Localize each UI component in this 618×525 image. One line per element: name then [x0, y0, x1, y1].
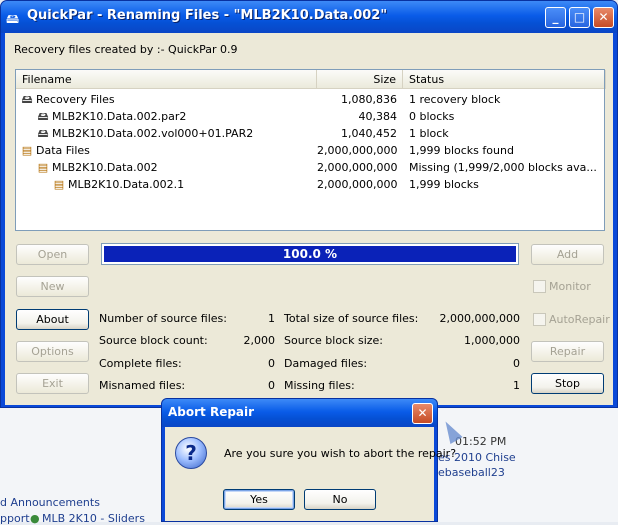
close-button[interactable]: ✕: [593, 7, 614, 28]
table-row[interactable]: ▤ Data Files 2,000,000,000 1,999 blocks fou…: [16, 142, 604, 159]
row-filename-text: MLB2K10.Data.002: [52, 161, 158, 174]
background-link-support[interactable]: pport: [0, 512, 30, 525]
autorepair-checkbox[interactable]: [533, 313, 546, 326]
row-filename: ▤ Data Files: [20, 142, 320, 159]
yes-button[interactable]: Yes: [223, 489, 295, 510]
table-row[interactable]: 🖴 MLB2K10.Data.002.par2 40,384 0 blocks: [16, 108, 604, 125]
background-link-sliders[interactable]: MLB 2K10 - Sliders: [42, 512, 145, 525]
row-size: 2,000,000,000: [317, 161, 397, 174]
row-filename: 🖴 MLB2K10.Data.002.par2: [36, 108, 320, 125]
question-icon: ?: [175, 437, 207, 469]
row-status: 1,999 blocks found: [409, 144, 514, 157]
progress-bar: 100.0 %: [101, 243, 519, 265]
repair-button[interactable]: Repair: [531, 341, 604, 362]
block-count-value: 2,000: [243, 334, 276, 347]
document-icon: ▤: [37, 161, 49, 174]
abort-repair-dialog: Abort Repair ✕ ? Are you sure you wish t…: [161, 398, 456, 522]
title-bar[interactable]: 🖴 QuickPar - Renaming Files - "MLB2K10.D…: [1, 1, 617, 33]
maximize-button[interactable]: □: [569, 7, 590, 28]
quickpar-app-icon: 🖴: [6, 12, 20, 27]
monitor-label: Monitor: [549, 280, 591, 293]
row-status: 1 recovery block: [409, 93, 501, 106]
document-icon: ▤: [53, 178, 65, 191]
no-button[interactable]: No: [304, 489, 376, 510]
source-files-value: 1: [268, 312, 275, 325]
window-title: QuickPar - Renaming Files - "MLB2K10.Dat…: [27, 8, 388, 23]
total-size-value: 2,000,000,000: [439, 312, 520, 325]
dialog-message: Are you sure you wish to abort the repai…: [224, 447, 457, 460]
list-header: Filename Size Status: [16, 70, 606, 89]
row-filename: 🖴 Recovery Files: [20, 91, 320, 108]
row-filename-text: Data Files: [36, 144, 90, 157]
dialog-body: ? Are you sure you wish to abort the rep…: [165, 427, 456, 521]
row-size: 2,000,000,000: [317, 144, 397, 157]
options-button[interactable]: Options: [16, 341, 89, 362]
row-size: 2,000,000,000: [317, 178, 397, 191]
open-button[interactable]: Open: [16, 244, 89, 265]
row-status: 1 block: [409, 127, 449, 140]
row-filename: 🖴 MLB2K10.Data.002.vol000+01.PAR2: [36, 125, 320, 142]
background-link-announcements[interactable]: d Announcements: [0, 496, 100, 509]
monitor-checkbox[interactable]: [533, 280, 546, 293]
column-filename[interactable]: Filename: [16, 70, 317, 89]
created-by-label: Recovery files created by :- QuickPar 0.…: [14, 43, 238, 56]
row-filename-text: MLB2K10.Data.002.1: [68, 178, 185, 191]
row-size: 1,080,836: [341, 93, 397, 106]
new-button[interactable]: New: [16, 276, 89, 297]
document-icon: ▤: [21, 144, 33, 157]
bullet-icon: ●: [30, 512, 40, 525]
column-size[interactable]: Size: [317, 70, 403, 89]
misnamed-files-value: 0: [268, 379, 275, 392]
misnamed-files-label: Misnamed files:: [99, 379, 186, 392]
row-filename-text: MLB2K10.Data.002.vol000+01.PAR2: [52, 127, 254, 140]
file-list[interactable]: Filename Size Status 🖴 Recovery Files 1,08…: [15, 69, 606, 231]
block-size-label: Source block size:: [284, 334, 383, 347]
table-row[interactable]: 🖴 MLB2K10.Data.002.vol000+01.PAR2 1,040,45…: [16, 125, 604, 142]
quickpar-window: 🖴 QuickPar - Renaming Files - "MLB2K10.D…: [0, 0, 618, 408]
table-row[interactable]: ▤ MLB2K10.Data.002.1 2,000,000,000 1,999 bl…: [16, 176, 604, 193]
dialog-title-bar[interactable]: Abort Repair ✕: [162, 399, 437, 427]
row-size: 40,384: [358, 110, 398, 123]
autorepair-label: AutoRepair: [549, 313, 610, 326]
row-status: Missing (1,999/2,000 blocks ava...: [409, 161, 597, 174]
row-filename-text: Recovery Files: [36, 93, 115, 106]
row-status: 0 blocks: [409, 110, 455, 123]
block-size-value: 1,000,000: [464, 334, 520, 347]
damaged-files-label: Damaged files:: [284, 357, 368, 370]
dialog-close-button[interactable]: ✕: [412, 403, 433, 424]
about-button[interactable]: About: [16, 309, 89, 330]
disk-icon: 🖴: [21, 93, 33, 106]
progress-label: 100.0 %: [282, 247, 338, 261]
table-row[interactable]: 🖴 Recovery Files 1,080,836 1 recovery block: [16, 91, 604, 108]
background-link-user[interactable]: ebaseball23: [438, 466, 505, 479]
block-count-label: Source block count:: [99, 334, 208, 347]
disk-icon: 🖴: [37, 127, 49, 140]
column-status[interactable]: Status: [403, 70, 606, 89]
damaged-files-value: 0: [513, 357, 520, 370]
window-client: Recovery files created by :- QuickPar 0.…: [5, 33, 613, 405]
row-size: 1,040,452: [341, 127, 397, 140]
complete-files-label: Complete files:: [99, 357, 182, 370]
add-button[interactable]: Add: [531, 244, 604, 265]
minimize-button[interactable]: _: [545, 7, 566, 28]
source-files-label: Number of source files:: [99, 312, 227, 325]
missing-files-label: Missing files:: [284, 379, 355, 392]
stop-button[interactable]: Stop: [531, 373, 604, 394]
dialog-title: Abort Repair: [168, 405, 255, 419]
row-filename-text: MLB2K10.Data.002.par2: [52, 110, 187, 123]
total-size-label: Total size of source files:: [284, 312, 419, 325]
complete-files-value: 0: [268, 357, 275, 370]
table-row[interactable]: ▤ MLB2K10.Data.002 2,000,000,000 Missing (1…: [16, 159, 604, 176]
disk-icon: 🖴: [37, 110, 49, 123]
missing-files-value: 1: [513, 379, 520, 392]
row-filename: ▤ MLB2K10.Data.002.1: [52, 176, 320, 193]
row-filename: ▤ MLB2K10.Data.002: [36, 159, 320, 176]
exit-button[interactable]: Exit: [16, 373, 89, 394]
row-status: 1,999 blocks: [409, 178, 479, 191]
